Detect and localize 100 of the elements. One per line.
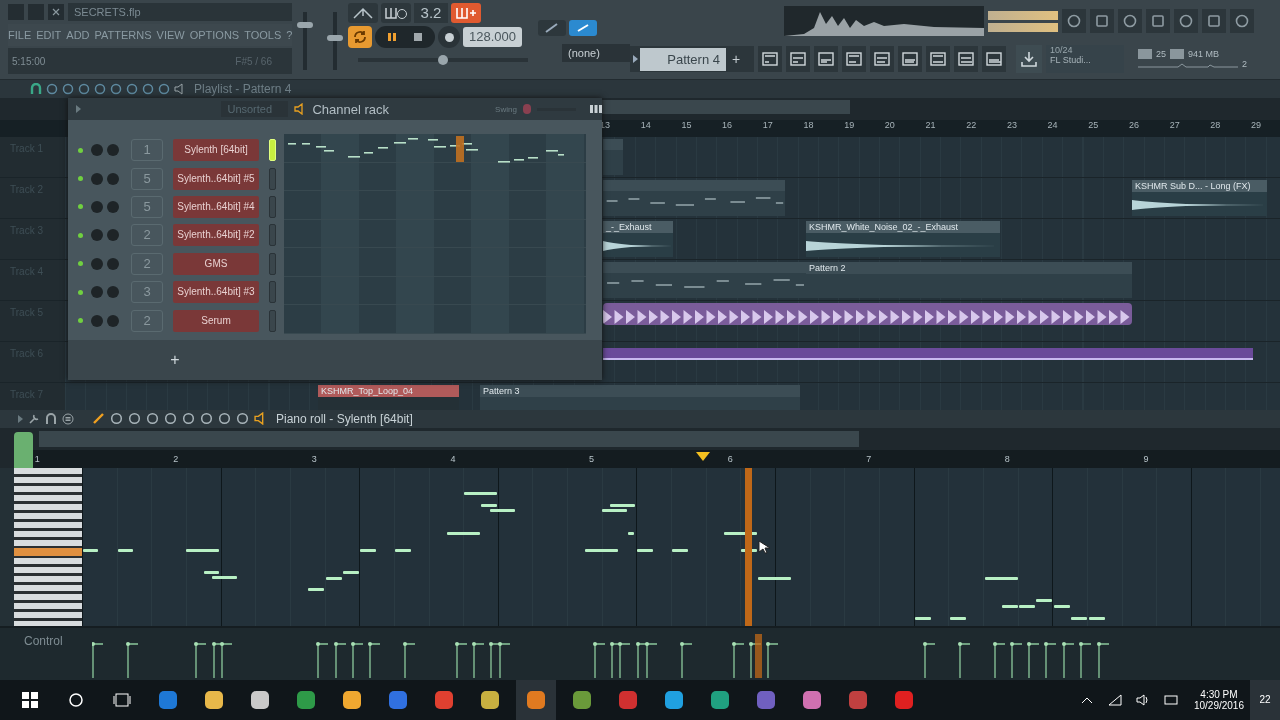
note[interactable] (343, 570, 359, 574)
mute-led[interactable] (78, 204, 83, 210)
mute-led[interactable] (78, 147, 83, 153)
loop-clip[interactable] (603, 303, 1132, 325)
mixer-track-field[interactable]: 5 (131, 195, 163, 218)
add-channel-button[interactable]: + (170, 351, 180, 369)
note[interactable] (637, 548, 653, 552)
channel-button[interactable]: Sylenth [64bit] (173, 139, 259, 162)
mixer-track-field[interactable]: 1 (131, 139, 163, 162)
news-panel[interactable]: 10/24 FL Studi... (1046, 45, 1124, 73)
menu-item[interactable]: EDIT (36, 29, 62, 41)
channel-button[interactable]: Serum (173, 309, 259, 332)
channel-button[interactable]: Sylenth..64bit] #3 (173, 281, 259, 304)
note[interactable] (1089, 616, 1105, 620)
note[interactable] (204, 570, 219, 574)
menu-item[interactable]: ADD (66, 29, 90, 41)
clock[interactable]: 4:30 PM 10/29/2016 (1193, 689, 1244, 711)
note[interactable] (758, 576, 791, 580)
menu-item[interactable]: OPTIONS (189, 29, 240, 41)
menu-item[interactable]: PATTERNS (94, 29, 152, 41)
channel-button[interactable]: Sylenth..64bit] #4 (173, 195, 259, 218)
mute-led[interactable] (78, 261, 83, 267)
download-icon[interactable] (1016, 45, 1042, 73)
arrow-icon[interactable] (18, 414, 23, 423)
note[interactable] (1036, 598, 1052, 602)
automation-clip[interactable] (603, 348, 1253, 360)
slider-thumb[interactable] (297, 22, 313, 29)
menu-item[interactable]: ? (286, 29, 292, 41)
zoom-corner[interactable] (14, 431, 33, 468)
pattern-clip[interactable] (603, 180, 785, 216)
slider-thumb[interactable] (327, 35, 343, 42)
note[interactable] (1019, 604, 1035, 608)
note[interactable] (308, 587, 324, 591)
loop-mode-button[interactable] (348, 26, 372, 48)
note[interactable] (212, 575, 237, 579)
control-label[interactable]: Control (0, 628, 92, 680)
scrollbar[interactable] (600, 100, 850, 114)
mute-led[interactable] (78, 232, 83, 238)
note[interactable] (447, 531, 480, 535)
snap-dropdown[interactable]: (none) (562, 44, 630, 62)
record-button[interactable] (438, 26, 460, 48)
note[interactable] (950, 616, 966, 620)
pen-icon[interactable] (538, 20, 566, 36)
pattern-clip[interactable]: Pattern 2 (806, 262, 1132, 298)
mute-led[interactable] (78, 318, 83, 324)
channel-button[interactable]: GMS (173, 252, 259, 275)
note[interactable] (118, 548, 133, 552)
mute-led[interactable] (78, 289, 83, 295)
note[interactable] (985, 576, 1018, 580)
note[interactable] (1071, 616, 1087, 620)
note[interactable] (602, 508, 627, 512)
metronome-button[interactable] (348, 3, 378, 23)
note[interactable] (395, 548, 411, 552)
step-record-button[interactable] (381, 3, 411, 23)
note[interactable] (490, 508, 515, 512)
notification-button[interactable]: 22 (1250, 680, 1280, 720)
channel-button[interactable]: Sylenth..64bit] #2 (173, 224, 259, 247)
menu-item[interactable]: TOOLS (244, 29, 282, 41)
link-icon[interactable] (569, 20, 597, 36)
note[interactable] (628, 531, 634, 535)
mute-led[interactable] (78, 176, 83, 182)
note[interactable] (1054, 604, 1070, 608)
slider-thumb[interactable] (438, 55, 448, 65)
note[interactable] (915, 616, 931, 620)
wrench-icon[interactable] (28, 412, 40, 425)
mixer-track-field[interactable]: 5 (131, 167, 163, 190)
note[interactable] (360, 548, 376, 552)
magnet-icon[interactable] (30, 83, 42, 95)
pattern-clip[interactable] (603, 262, 806, 298)
note[interactable] (672, 548, 688, 552)
pattern-clip[interactable]: Pattern 3 (480, 385, 800, 410)
piano-keyboard[interactable] (14, 467, 82, 626)
mixer-track-field[interactable]: 2 (131, 252, 163, 275)
mixer-track-field[interactable]: 2 (131, 224, 163, 247)
magnet-icon[interactable] (45, 412, 57, 425)
channel-button[interactable]: Sylenth..64bit] #5 (173, 167, 259, 190)
sample-clip[interactable]: KSHMR_Top_Loop_04 (318, 385, 459, 410)
arrow-button[interactable] (630, 55, 640, 63)
tempo-display[interactable]: 128.000 (463, 27, 522, 47)
scrollbar[interactable] (38, 430, 859, 447)
note[interactable] (585, 548, 618, 552)
note[interactable] (610, 503, 635, 507)
audio-clip[interactable]: KSHMR Sub D... - Long (FX) (1132, 180, 1267, 216)
pattern-clip[interactable] (603, 139, 623, 175)
add-pattern-button[interactable]: + (726, 51, 746, 67)
mixer-track-field[interactable]: 2 (131, 309, 163, 332)
close-icon[interactable] (48, 4, 64, 20)
note[interactable] (481, 503, 497, 507)
note[interactable] (186, 548, 219, 552)
menu-icon[interactable] (62, 412, 74, 425)
menu-item[interactable]: FILE (8, 29, 32, 41)
note[interactable] (1002, 604, 1018, 608)
menu-icon[interactable] (590, 105, 602, 113)
mixer-track-field[interactable]: 3 (131, 281, 163, 304)
note[interactable] (83, 548, 98, 552)
menu-item[interactable]: VIEW (156, 29, 185, 41)
audio-clip[interactable]: KSHMR_White_Noise_02_-_Exhaust (806, 221, 1000, 257)
note[interactable] (464, 491, 497, 495)
playhead-marker[interactable] (695, 451, 710, 461)
note[interactable] (326, 576, 342, 580)
